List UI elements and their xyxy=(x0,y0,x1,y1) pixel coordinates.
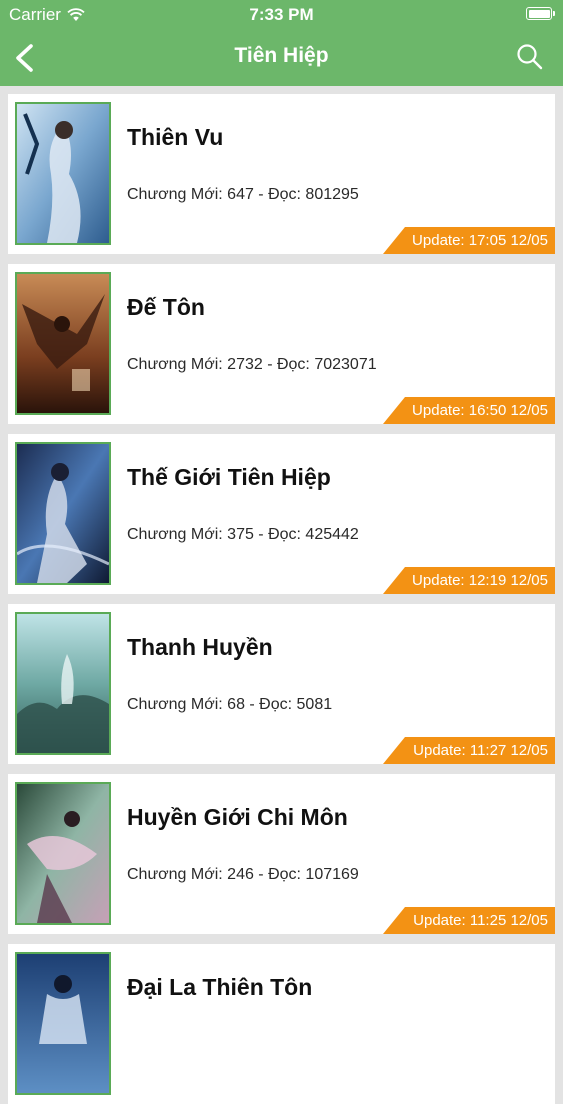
book-item[interactable]: Thanh Huyền Chương Mới: 68 - Đọc: 5081 U… xyxy=(8,604,555,764)
book-cover xyxy=(15,102,111,245)
book-stats: Chương Mới: 647 - Đọc: 801295 xyxy=(127,186,359,203)
book-item[interactable]: Huyền Giới Chi Môn Chương Mới: 246 - Đọc… xyxy=(8,774,555,934)
book-cover xyxy=(15,952,111,1095)
status-time: 7:33 PM xyxy=(249,5,314,24)
book-title: Thiên Vu xyxy=(127,124,224,150)
book-cover xyxy=(15,612,111,755)
update-badge: Update: 12:19 12/05 xyxy=(383,567,555,594)
update-badge: Update: 17:05 12/05 xyxy=(383,227,555,254)
book-item[interactable]: Đại La Thiên Tôn xyxy=(8,944,555,1104)
book-title: Đế Tôn xyxy=(127,294,205,320)
book-cover xyxy=(15,782,111,925)
update-badge: Update: 11:27 12/05 xyxy=(383,737,555,764)
update-badge: Update: 11:25 12/05 xyxy=(383,907,555,934)
book-stats: Chương Mới: 2732 - Đọc: 7023071 xyxy=(127,356,377,373)
book-cover xyxy=(15,272,111,415)
battery-icon xyxy=(526,7,555,20)
update-badge: Update: 16:50 12/05 xyxy=(383,397,555,424)
book-stats: Chương Mới: 246 - Đọc: 107169 xyxy=(127,866,359,883)
book-stats: Chương Mới: 375 - Đọc: 425442 xyxy=(127,526,359,543)
book-cover xyxy=(15,442,111,585)
book-title: Thanh Huyền xyxy=(127,634,273,660)
book-title: Thế Giới Tiên Hiệp xyxy=(127,464,331,490)
book-stats: Chương Mới: 68 - Đọc: 5081 xyxy=(127,696,333,713)
book-item[interactable]: Thế Giới Tiên Hiệp Chương Mới: 375 - Đọc… xyxy=(8,434,555,594)
status-bar: Carrier 7:33 PM xyxy=(0,0,563,30)
search-button[interactable] xyxy=(515,42,545,72)
book-title: Đại La Thiên Tôn xyxy=(127,974,313,1000)
search-icon xyxy=(517,44,543,70)
book-item[interactable]: Thiên Vu Chương Mới: 647 - Đọc: 801295 U… xyxy=(8,94,555,254)
book-item[interactable]: Đế Tôn Chương Mới: 2732 - Đọc: 7023071 U… xyxy=(8,264,555,424)
nav-bar: Tiên Hiệp xyxy=(0,30,563,86)
page-title: Tiên Hiệp xyxy=(234,44,329,67)
book-title: Huyền Giới Chi Môn xyxy=(127,804,348,830)
